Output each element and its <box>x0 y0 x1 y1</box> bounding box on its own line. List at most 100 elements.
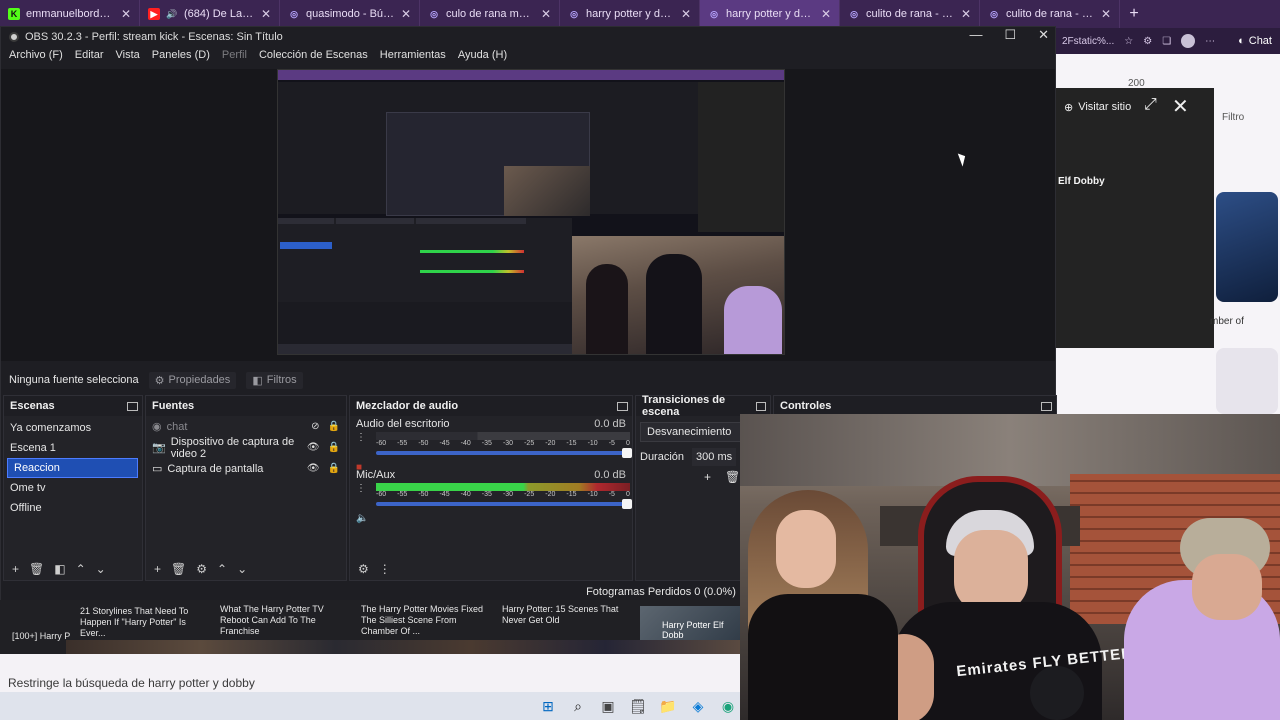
obs-preview-area[interactable] <box>1 69 1055 361</box>
lock-icon[interactable]: 🔒 <box>328 442 340 453</box>
close-icon[interactable]: ✕ <box>1172 94 1189 119</box>
trash-icon[interactable]: 🗑 <box>725 470 740 484</box>
lock-icon[interactable]: 🔒 <box>328 463 340 474</box>
source-item[interactable]: ◉ chat ⊘ 🔒 <box>146 416 346 437</box>
lock-icon[interactable]: 🔒 <box>328 421 340 432</box>
add-icon[interactable]: + <box>154 562 161 576</box>
menu-perfil[interactable]: Perfil <box>222 49 247 61</box>
eye-icon[interactable]: 👁 <box>307 463 320 474</box>
tab-search[interactable]: ◎ harry potter y dobby - Búsq ✕ <box>560 0 700 28</box>
tab-search[interactable]: ◎ culito de rana - Búsqueda ✕ <box>840 0 980 28</box>
duration-input[interactable]: 300 ms <box>692 448 737 466</box>
windows-start-icon[interactable]: ⊞ <box>540 698 556 714</box>
collections-icon[interactable]: ❏ <box>1162 36 1171 47</box>
more-icon[interactable]: ⋯ <box>1205 36 1215 47</box>
result-thumbnail[interactable] <box>1216 348 1278 414</box>
tab-search[interactable]: ◎ quasimodo - Búsqueda ✕ <box>280 0 420 28</box>
tab-youtube[interactable]: ▶ 🔊 (684) De La Ghetto ft. D ✕ <box>140 0 280 28</box>
more-icon[interactable]: ⋮ <box>379 562 391 576</box>
scene-item[interactable]: Ome tv <box>4 478 142 498</box>
result-thumbnail[interactable] <box>1216 192 1278 302</box>
chat-button[interactable]: ◐ Chat <box>1238 35 1272 47</box>
undock-icon[interactable] <box>1041 401 1052 411</box>
close-icon[interactable]: ✕ <box>961 7 971 21</box>
add-icon[interactable]: + <box>12 562 19 576</box>
video-title[interactable]: 21 Storylines That Need To Happen If "Ha… <box>80 606 204 639</box>
filters-button[interactable]: ◧ Filtros <box>246 371 303 389</box>
star-icon[interactable]: ☆ <box>1124 36 1133 47</box>
close-icon[interactable]: ✕ <box>681 7 691 21</box>
menu-archivo[interactable]: Archivo (F) <box>9 49 63 61</box>
search-icon[interactable]: ⌕ <box>570 698 586 714</box>
scene-item[interactable]: Offline <box>4 498 142 518</box>
slider-knob[interactable] <box>622 499 632 509</box>
tab-kick[interactable]: K emmanuelbordonn Stream ✕ <box>0 0 140 28</box>
undock-icon[interactable] <box>755 401 766 411</box>
source-item[interactable]: ▭ Captura de pantalla 👁 🔒 <box>146 458 346 479</box>
eye-icon[interactable]: 👁 <box>307 442 320 453</box>
eye-hidden-icon[interactable]: ⊘ <box>311 421 319 432</box>
scene-item[interactable]: Escena 1 <box>4 438 142 458</box>
menu-paneles[interactable]: Paneles (D) <box>152 49 210 61</box>
arrow-up-icon[interactable]: ⌃ <box>76 562 86 576</box>
notepad-icon[interactable]: 🗒 <box>629 698 647 714</box>
close-icon[interactable]: ✕ <box>541 7 551 21</box>
file-explorer-icon[interactable]: 📁 <box>659 698 676 714</box>
video-title[interactable]: Harry Potter: 15 Scenes That Never Get O… <box>502 604 632 626</box>
avatar[interactable] <box>1181 34 1196 48</box>
task-view-icon[interactable]: ▣ <box>600 698 616 714</box>
scene-item-selected[interactable]: Reaccion <box>7 458 138 478</box>
menu-vista[interactable]: Vista <box>116 49 140 61</box>
store-icon[interactable]: ◈ <box>690 698 706 714</box>
close-icon[interactable]: ✕ <box>1101 7 1111 21</box>
undock-icon[interactable] <box>127 401 138 411</box>
more-icon[interactable]: ⋮ <box>356 432 368 444</box>
scene-item[interactable]: Ya comenzamos <box>4 418 142 438</box>
tab-search[interactable]: ◎ culito de rana - Búsqueda Im ✕ <box>980 0 1120 28</box>
video-title[interactable]: What The Harry Potter TV Reboot Can Add … <box>220 604 346 637</box>
edge-icon[interactable]: ◉ <box>720 698 736 714</box>
properties-button[interactable]: ⚙ Propiedades <box>148 371 237 389</box>
arrow-up-icon[interactable]: ⌃ <box>217 562 227 576</box>
tab-label: harry potter y dobby - Búsq <box>726 8 815 20</box>
source-item[interactable]: 📷 Dispositivo de captura de video 2 👁 🔒 <box>146 436 346 460</box>
scene-preview[interactable] <box>277 69 785 355</box>
volume-slider[interactable] <box>376 448 632 458</box>
filter-icon[interactable]: ◧ <box>54 562 65 576</box>
close-icon[interactable]: ✕ <box>261 7 271 21</box>
visit-site-button[interactable]: ⊕ Visitar sitio <box>1064 96 1131 118</box>
restrict-search-text[interactable]: Restringe la búsqueda de harry potter y … <box>8 676 255 690</box>
tab-search-active[interactable]: ◎ harry potter y dobby - Búsq ✕ <box>700 0 840 28</box>
gear-icon[interactable]: ⚙ <box>196 562 207 576</box>
menu-ayuda[interactable]: Ayuda (H) <box>458 49 507 61</box>
add-icon[interactable]: + <box>704 470 711 484</box>
arrow-down-icon[interactable]: ⌄ <box>96 562 106 576</box>
expand-icon[interactable]: ⤢ <box>1144 96 1157 114</box>
tab-search[interactable]: ◎ culo de rana meme - Búsq ✕ <box>420 0 560 28</box>
address-fragment[interactable]: 2Fstatic%... <box>1062 36 1114 47</box>
video-title[interactable]: [100+] Harry P <box>12 631 72 642</box>
slider-knob[interactable] <box>622 448 632 458</box>
trash-icon[interactable]: 🗑 <box>29 562 44 576</box>
close-icon[interactable]: ✕ <box>821 7 831 21</box>
more-icon[interactable]: ⋮ <box>356 483 368 495</box>
video-title[interactable]: The Harry Potter Movies Fixed The Sillie… <box>361 604 491 637</box>
menu-editar[interactable]: Editar <box>75 49 104 61</box>
menu-coleccion[interactable]: Colección de Escenas <box>259 49 368 61</box>
speaker-icon[interactable]: 🔊 <box>166 8 178 20</box>
close-icon[interactable]: ✕ <box>401 7 411 21</box>
extensions-icon[interactable]: ⚙ <box>1143 36 1152 47</box>
filter-button[interactable]: Filtro <box>1222 112 1244 123</box>
menu-herramientas[interactable]: Herramientas <box>380 49 446 61</box>
minimize-icon[interactable]: — <box>969 27 982 43</box>
arrow-down-icon[interactable]: ⌄ <box>237 562 247 576</box>
close-icon[interactable]: ✕ <box>1038 27 1049 43</box>
maximize-icon[interactable]: ☐ <box>1004 27 1016 43</box>
undock-icon[interactable] <box>617 401 628 411</box>
speaker-icon[interactable]: 🔈 <box>356 513 368 525</box>
close-icon[interactable]: ✕ <box>121 7 131 21</box>
trash-icon[interactable]: 🗑 <box>171 562 186 576</box>
new-tab-button[interactable]: + <box>1120 0 1148 28</box>
gear-icon[interactable]: ⚙ <box>358 562 369 576</box>
volume-slider[interactable] <box>376 499 632 509</box>
